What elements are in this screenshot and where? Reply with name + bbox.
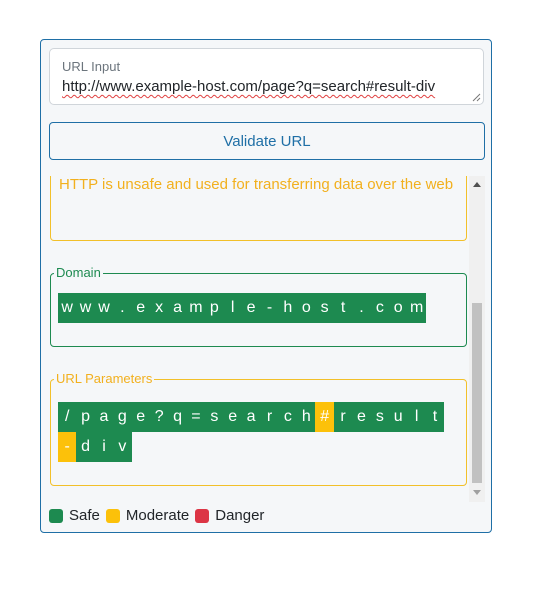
- url-input-label: URL Input: [62, 59, 121, 74]
- vertical-scrollbar[interactable]: [469, 176, 485, 502]
- scroll-down-arrow-icon[interactable]: [473, 490, 481, 495]
- char-chip: ?: [149, 402, 169, 432]
- char-chip: -: [58, 432, 77, 462]
- char-chip: m: [186, 293, 206, 323]
- char-chip: e: [241, 293, 261, 323]
- char-chip: d: [76, 432, 95, 462]
- domain-section-label: Domain: [54, 265, 103, 280]
- char-chip: e: [223, 402, 242, 432]
- url-validator-card: URL Input http://www.example-host.com/pa…: [40, 39, 492, 533]
- char-chip: e: [352, 402, 371, 432]
- danger-swatch-icon: [195, 508, 210, 523]
- char-chip: t: [425, 402, 445, 432]
- scroll-up-arrow-icon[interactable]: [473, 182, 481, 187]
- char-chip: p: [205, 293, 224, 323]
- validate-url-button[interactable]: Validate URL: [49, 122, 485, 160]
- legend-label: Safe: [69, 507, 100, 524]
- severity-legend: Safe Moderate Danger: [49, 507, 270, 524]
- char-chip: r: [260, 402, 279, 432]
- legend-item-moderate: Moderate: [105, 507, 190, 524]
- char-chip: c: [278, 402, 298, 432]
- char-chip: o: [389, 293, 408, 323]
- char-chip: s: [315, 293, 334, 323]
- url-parameters-section-label: URL Parameters: [54, 371, 155, 386]
- resize-handle-icon[interactable]: [472, 93, 481, 102]
- protocol-message: HTTP is unsafe and used for transferring…: [59, 176, 454, 193]
- char-chip: e: [131, 402, 150, 432]
- url-parameters-section: URL Parameters / p a g e? q = s e a r c h # r e s u l t - d i v: [50, 371, 467, 486]
- char-chip: s: [205, 402, 224, 432]
- char-chip: r: [333, 402, 353, 432]
- char-chip: o: [297, 293, 316, 323]
- char-chip: a: [94, 402, 114, 432]
- char-chip: t: [333, 293, 353, 323]
- char-chip: c: [370, 293, 390, 323]
- scrollbar-thumb[interactable]: [472, 303, 482, 483]
- legend-label: Danger: [215, 507, 265, 524]
- char-chip: w: [94, 293, 114, 323]
- char-chip: x: [149, 293, 169, 323]
- safe-swatch-icon: [49, 508, 63, 523]
- char-chip: .: [352, 293, 371, 323]
- char-chip: .: [113, 293, 132, 323]
- char-chip: /: [58, 402, 77, 432]
- char-chip: a: [241, 402, 261, 432]
- char-chip: e: [131, 293, 150, 323]
- legend-item-safe: Safe: [49, 507, 100, 524]
- char-chip: i: [94, 432, 114, 462]
- legend-item-danger: Danger: [195, 507, 264, 524]
- char-chip: g: [113, 402, 132, 432]
- char-chip: w: [76, 293, 95, 323]
- char-chip: s: [370, 402, 390, 432]
- char-chip: q: [168, 402, 187, 432]
- char-chip: m: [407, 293, 426, 323]
- results-scroll-area[interactable]: HTTP is unsafe and used for transferring…: [49, 176, 485, 502]
- char-chip: -: [260, 293, 279, 323]
- char-chip: v: [113, 432, 132, 462]
- protocol-section: HTTP is unsafe and used for transferring…: [50, 176, 467, 241]
- char-chip: u: [389, 402, 408, 432]
- char-chip: #: [315, 402, 334, 432]
- char-chip: l: [407, 402, 426, 432]
- url-input-field[interactable]: URL Input http://www.example-host.com/pa…: [49, 48, 484, 105]
- char-chip: h: [278, 293, 298, 323]
- char-chip: a: [168, 293, 187, 323]
- char-chip: h: [297, 402, 316, 432]
- legend-label: Moderate: [125, 507, 190, 524]
- char-chip: p: [76, 402, 95, 432]
- char-chip: w: [58, 293, 77, 323]
- url-parameters-char-list: / p a g e? q = s e a r c h # r e s u l t - d i v: [58, 402, 460, 462]
- char-chip: =: [186, 402, 206, 432]
- domain-section: Domain www.example-host.com: [50, 265, 467, 347]
- char-chip: l: [223, 293, 242, 323]
- moderate-swatch-icon: [105, 508, 120, 523]
- domain-char-list: www.example-host.com: [58, 293, 460, 323]
- url-input-value[interactable]: http://www.example-host.com/page?q=searc…: [62, 78, 435, 95]
